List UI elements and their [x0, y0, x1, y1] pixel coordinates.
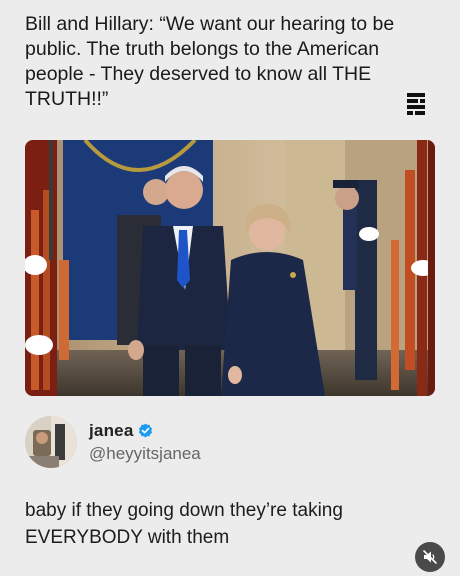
brand-logo-icon — [406, 92, 426, 116]
author-handle[interactable]: @heyyitsjanea — [89, 444, 201, 464]
muted-speaker-icon — [422, 549, 438, 565]
avatar[interactable] — [25, 416, 77, 468]
verified-badge-icon — [138, 423, 153, 438]
post-screenshot: Bill and Hillary: “We want our hearing t… — [0, 0, 460, 576]
post-body-text: baby if they going down they’re taking E… — [25, 500, 343, 548]
headline-quote: Bill and Hillary: “We want our hearing t… — [25, 13, 395, 110]
display-name-row: janea — [89, 420, 201, 441]
mute-toggle-button[interactable] — [415, 542, 445, 572]
post-author[interactable]: janea @heyyitsjanea — [25, 416, 201, 468]
display-name[interactable]: janea — [89, 421, 133, 441]
news-photo — [25, 140, 435, 396]
author-text: janea @heyyitsjanea — [89, 420, 201, 464]
